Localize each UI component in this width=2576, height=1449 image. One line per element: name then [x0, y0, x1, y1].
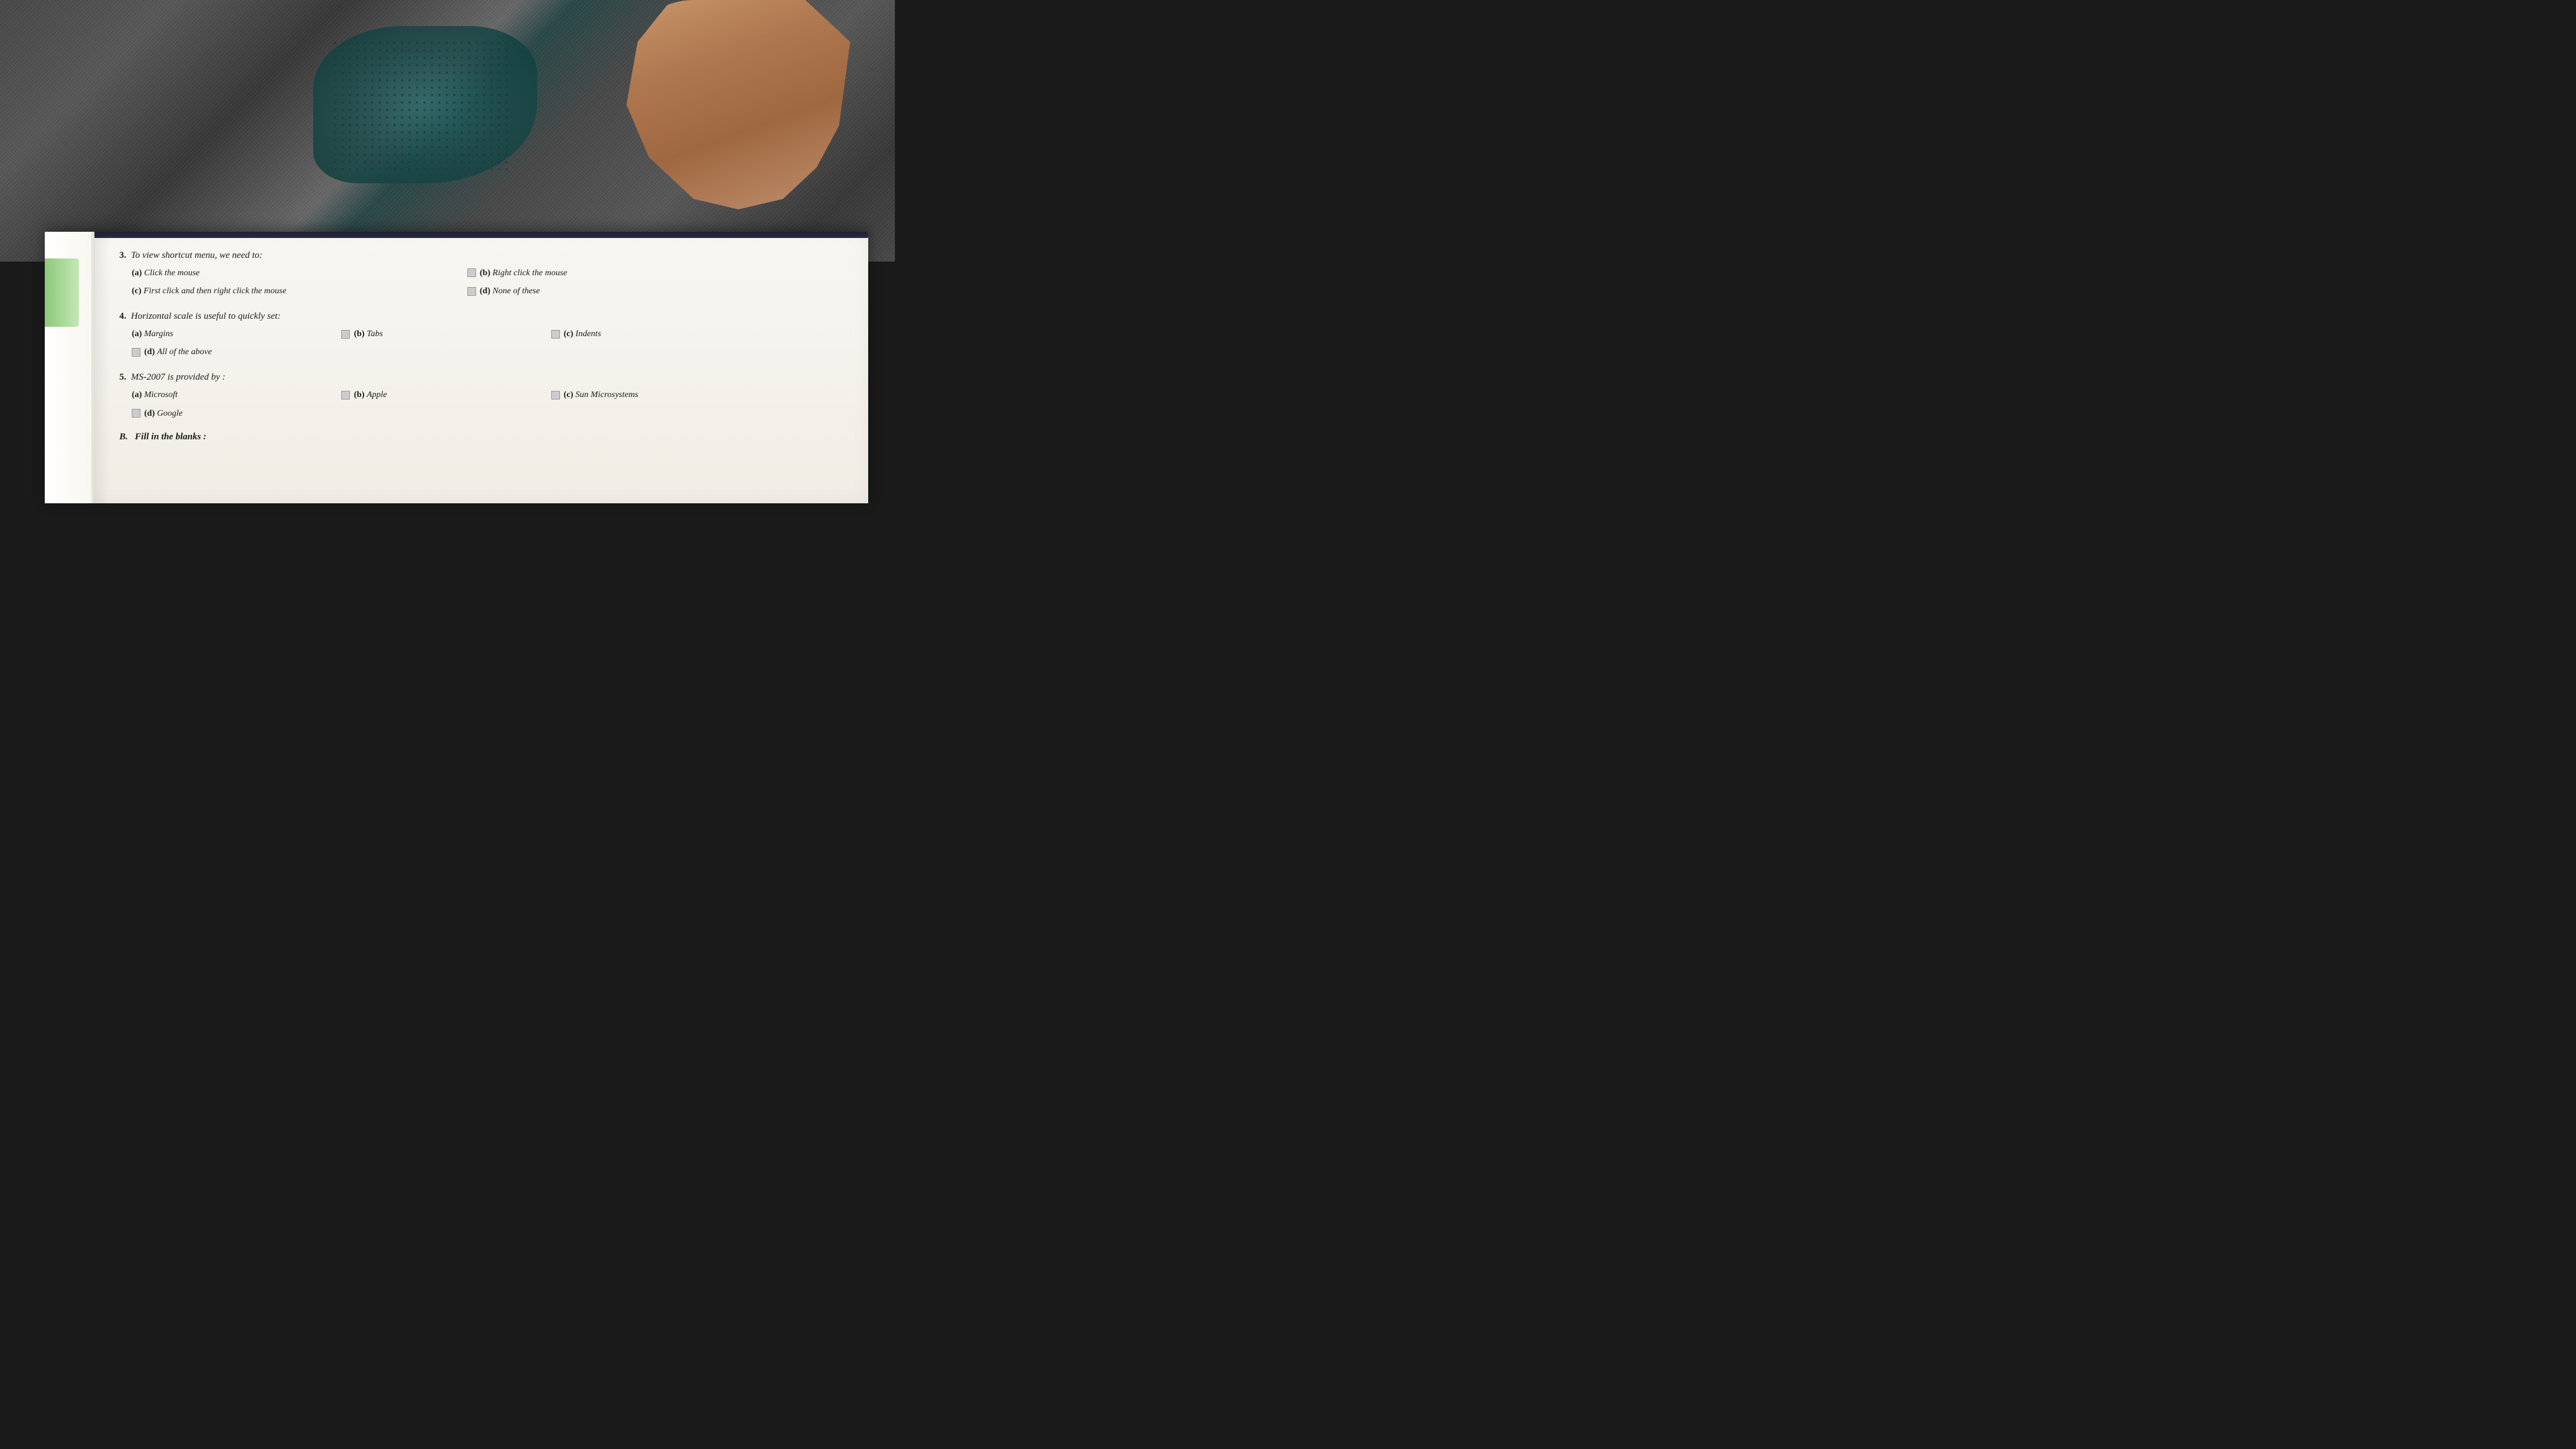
book-binding [45, 232, 868, 238]
question-4-text: Horizontal scale is useful to quickly se… [131, 311, 281, 321]
question-4-number: 4. [119, 311, 126, 321]
question-5-text: MS-2007 is provided by : [131, 372, 226, 382]
question-section: 3. To view shortcut menu, we need to: (a… [119, 249, 831, 443]
q4-option-d: (d) All of the above [132, 346, 341, 359]
background-photo [0, 0, 895, 262]
teal-dots-pattern [331, 39, 510, 170]
q5-checkbox-b [341, 391, 350, 400]
q5-option-a: (a) Microsoft [132, 389, 341, 401]
q4-checkbox-c [551, 330, 560, 339]
q5-option-a-label: (a) Microsoft [132, 389, 178, 401]
q3-option-b: (b) Right click the mouse [467, 267, 803, 280]
q5-option-b-label: (b) Apple [354, 389, 387, 401]
q5-checkbox-d [132, 409, 140, 418]
question-4: 4. Horizontal scale is useful to quickly… [119, 310, 831, 361]
q3-checkbox-b [467, 268, 476, 277]
q3-option-a-label: (a) Click the mouse [132, 267, 199, 280]
q4-checkbox-d [132, 348, 140, 357]
q4-option-d-label: (d) All of the above [144, 346, 212, 359]
q3-option-b-label: (b) Right click the mouse [480, 267, 567, 280]
q5-option-b: (b) Apple [341, 389, 551, 401]
question-3-text: To view shortcut menu, we need to: [131, 250, 263, 260]
question-3-number: 3. [119, 250, 126, 260]
question-3-options: (a) Click the mouse (b) Right click the … [119, 267, 831, 300]
q3-option-d: (d) None of these [467, 285, 803, 298]
q5-option-c-label: (c) Sun Microsystems [564, 389, 638, 401]
q4-option-c: (c) Indents [551, 328, 761, 341]
question-5-number: 5. [119, 372, 126, 382]
q5-checkbox-c [551, 391, 560, 400]
q4-option-c-label: (c) Indents [564, 328, 601, 341]
question-4-title: 4. Horizontal scale is useful to quickly… [119, 310, 831, 323]
q3-option-c-label: (c) First click and then right click the… [132, 285, 286, 298]
q4-option-a: (a) Margins [132, 328, 341, 341]
q5-option-d: (d) Google [132, 408, 341, 420]
section-b-label: B. [119, 432, 128, 442]
question-3-title: 3. To view shortcut menu, we need to: [119, 249, 831, 262]
q4-option-b: (b) Tabs [341, 328, 551, 341]
q3-option-a: (a) Click the mouse [132, 267, 467, 280]
book-page: 3. To view shortcut menu, we need to: (a… [45, 232, 868, 503]
q4-checkbox-b [341, 330, 350, 339]
q5-option-d-label: (d) Google [144, 408, 183, 420]
question-5-title: 5. MS-2007 is provided by : [119, 371, 831, 384]
q4-option-a-label: (a) Margins [132, 328, 173, 341]
green-tab [45, 258, 79, 326]
q4-option-b-label: (b) Tabs [354, 328, 383, 341]
section-b-title: Fill in the blanks : [135, 432, 206, 442]
question-5: 5. MS-2007 is provided by : (a) Microsof… [119, 371, 831, 422]
section-b: B. Fill in the blanks : [119, 432, 831, 442]
question-4-options: (a) Margins (b) Tabs (c) Indents [119, 328, 831, 361]
question-5-options: (a) Microsoft (b) Apple (c) Sun Microsys… [119, 389, 831, 422]
q5-option-c: (c) Sun Microsystems [551, 389, 761, 401]
q3-option-c: (c) First click and then right click the… [132, 285, 467, 298]
q3-option-d-label: (d) None of these [480, 285, 540, 298]
q3-checkbox-d [467, 287, 476, 296]
question-3: 3. To view shortcut menu, we need to: (a… [119, 249, 831, 300]
